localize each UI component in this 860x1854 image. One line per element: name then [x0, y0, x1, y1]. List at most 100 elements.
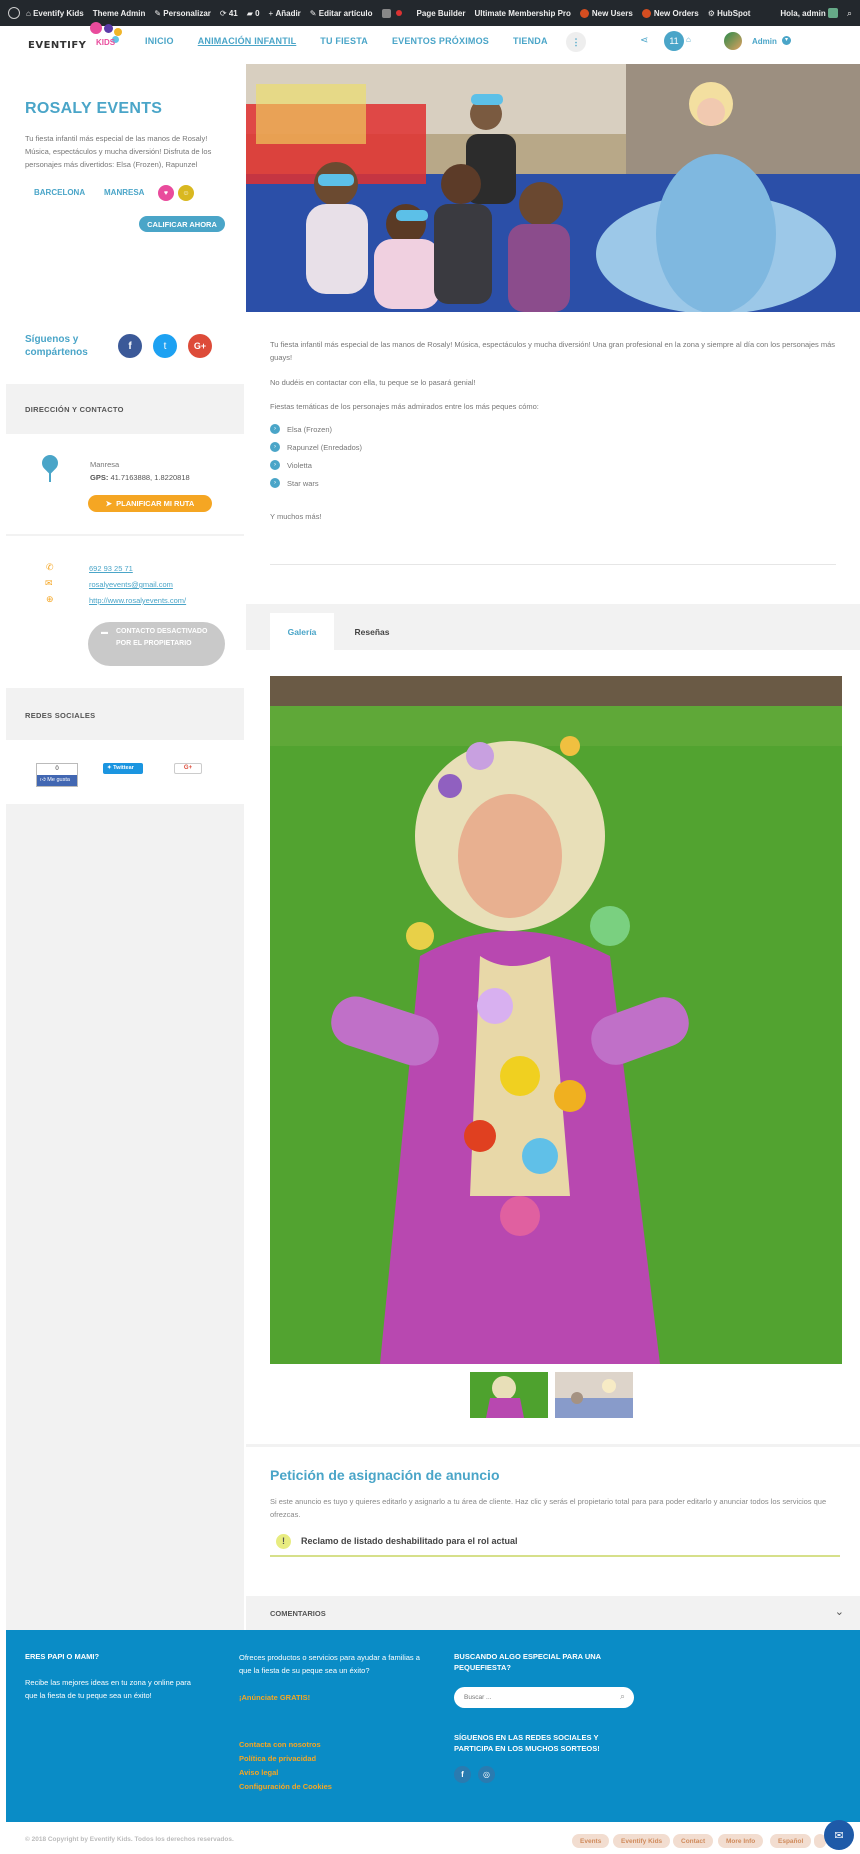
party-photo: [246, 64, 860, 312]
tab-reviews[interactable]: Reseñas: [338, 613, 406, 650]
footer-link-privacy[interactable]: Política de privacidad: [239, 1752, 316, 1766]
gallery-thumbnail[interactable]: [470, 1372, 548, 1418]
bullet-icon: ›: [270, 460, 280, 470]
site-logo[interactable]: EVENTIFY KIDS: [24, 22, 124, 54]
address-box: [6, 434, 244, 534]
admin-theme-admin[interactable]: Theme Admin: [93, 9, 146, 18]
admin-avatar: [827, 8, 838, 18]
category-icon[interactable]: ☺: [178, 185, 194, 201]
search-icon[interactable]: ⌕: [620, 1691, 625, 1702]
footer-link-cookies[interactable]: Configuración de Cookies: [239, 1780, 332, 1794]
admin-membership[interactable]: Ultimate Membership Pro: [474, 9, 570, 18]
more-menu-button[interactable]: ⋮: [566, 32, 586, 52]
bullet-icon: ›: [270, 442, 280, 452]
facebook-icon[interactable]: f: [118, 334, 142, 358]
claim-title: Petición de asignación de anuncio: [270, 1467, 500, 1483]
listing-description: Tu fiesta infantil más especial de las m…: [246, 312, 860, 602]
list-item: › Rapunzel (Enredados): [270, 442, 362, 452]
chat-button[interactable]: ✉: [824, 1820, 854, 1850]
nav-item-animacion[interactable]: ANIMACIÓN INFANTIL: [198, 36, 297, 46]
email-link[interactable]: rosalyevents@gmail.com: [89, 580, 173, 589]
claim-notice: ! Reclamo de listado deshabilitado para …: [270, 1527, 840, 1557]
listing-title: ROSALY EVENTS: [25, 100, 163, 117]
website-link[interactable]: http://www.rosalyevents.com/: [89, 596, 186, 605]
tweet-button[interactable]: ✦ Twittear: [103, 763, 143, 774]
globe-icon: ⊕: [46, 594, 54, 604]
phone-icon: ✆: [46, 562, 54, 572]
admin-add-new[interactable]: + Añadir: [269, 9, 301, 18]
main-nav: INICIO ANIMACIÓN INFANTIL TU FIESTA EVEN…: [145, 36, 572, 46]
category-icon[interactable]: ♥: [158, 185, 174, 201]
footer-link-contact[interactable]: Contacta con nosotros: [239, 1738, 321, 1752]
gallery-main-image[interactable]: [270, 676, 842, 1364]
contact-disabled-label: CONTACTO DESACTIVADO POR EL PROPIETARIO: [116, 628, 208, 647]
admin-new-users[interactable]: New Users: [579, 8, 633, 18]
twitter-icon[interactable]: t: [153, 334, 177, 358]
admin-edit-article[interactable]: ✎ Editar artículo: [310, 9, 373, 18]
desc-paragraph: Y muchos más!: [270, 512, 322, 521]
plan-route-button[interactable]: ➤ PLANIFICAR MI RUTA: [88, 495, 212, 512]
tabs-bar: Galería Reseñas: [246, 604, 860, 650]
admin-seo-icons[interactable]: [381, 8, 402, 18]
contact-disabled-button[interactable]: ▬ CONTACTO DESACTIVADO POR EL PROPIETARI…: [88, 622, 225, 666]
share-icon[interactable]: ⋖: [640, 35, 648, 46]
rate-now-button[interactable]: CALIFICAR AHORA: [139, 216, 225, 232]
fb-like-button[interactable]: 0 👍︎ Me gusta: [36, 763, 78, 787]
advertise-free-link[interactable]: ¡Anúnciate GRATIS!: [239, 1691, 310, 1705]
google-plus-icon[interactable]: G+: [188, 334, 212, 358]
map-pin-tail: [49, 470, 51, 482]
admin-hubspot[interactable]: ⚙ HubSpot: [708, 9, 751, 18]
footer-pill-eventify[interactable]: Eventify Kids: [613, 1834, 671, 1848]
listing-hero-image[interactable]: [246, 64, 860, 312]
brush-icon: ✎: [154, 8, 164, 18]
admin-page-builder[interactable]: Page Builder: [417, 9, 466, 18]
address-city: Manresa: [90, 460, 120, 469]
gallery-thumbnail[interactable]: [555, 1372, 633, 1418]
new-orders-icon: [641, 8, 651, 18]
tab-gallery[interactable]: Galería: [270, 613, 334, 650]
list-item: › Elsa (Frozen): [270, 424, 332, 434]
cart-count: 11: [669, 36, 679, 46]
footer-pill-more-info[interactable]: More Info: [718, 1834, 764, 1848]
home-icon[interactable]: ⌂: [686, 35, 691, 44]
wordpress-icon[interactable]: [8, 7, 20, 19]
gps-line: GPS: 41.7163888, 1.8220818: [90, 473, 190, 482]
tag-manresa[interactable]: MANRESA: [104, 188, 144, 197]
admin-new-orders[interactable]: New Orders: [641, 8, 699, 18]
admin-comments[interactable]: ▰ 0: [247, 9, 260, 18]
footer-instagram-icon[interactable]: ◎: [478, 1766, 495, 1783]
desc-paragraph: Fiestas temáticas de los personajes más …: [270, 402, 539, 411]
copyright: © 2018 Copyright by Eventify Kids. Todos…: [25, 1836, 234, 1843]
footer-facebook-icon[interactable]: f: [454, 1766, 471, 1783]
gps-value: 41.7163888, 1.8220818: [110, 473, 190, 482]
bullet-icon: ›: [270, 424, 280, 434]
tag-barcelona[interactable]: BARCELONA: [34, 188, 85, 197]
thumbnail-image: [470, 1372, 548, 1418]
footer-pill-contact[interactable]: Contact: [673, 1834, 714, 1848]
chevron-down-icon: ⌄: [834, 1606, 844, 1618]
comments-toggle[interactable]: COMENTARIOS ⌄: [246, 1596, 860, 1630]
footer-search-input[interactable]: [464, 1691, 604, 1704]
site-footer: ERES PAPI O MAMI? Recibe las mejores ide…: [6, 1630, 860, 1822]
admin-updates[interactable]: ⟳ 41: [220, 9, 238, 18]
search-icon[interactable]: ⌕: [847, 8, 852, 19]
cart-button[interactable]: 11: [664, 31, 684, 51]
plan-route-label: PLANIFICAR MI RUTA: [116, 499, 195, 508]
gplus-share-button[interactable]: G+: [174, 763, 202, 774]
user-avatar[interactable]: [724, 32, 742, 50]
phone-link[interactable]: 692 93 25 71: [89, 564, 133, 573]
footer-pill-events[interactable]: Events: [572, 1834, 610, 1848]
nav-item-inicio[interactable]: INICIO: [145, 36, 174, 46]
admin-greeting[interactable]: Hola, admin: [780, 8, 838, 18]
admin-site-name[interactable]: ⌂ Eventify Kids: [26, 9, 84, 18]
follow-label: Síguenos y compártenos: [25, 334, 88, 358]
nav-item-tienda[interactable]: TIENDA: [513, 36, 548, 46]
nav-item-eventos[interactable]: EVENTOS PRÓXIMOS: [392, 36, 489, 46]
user-label[interactable]: Admin: [752, 37, 777, 46]
fb-like-label: 👍︎ Me gusta: [37, 775, 77, 786]
admin-personalizar[interactable]: ✎ Personalizar: [154, 9, 211, 18]
footer-link-legal[interactable]: Aviso legal: [239, 1766, 278, 1780]
user-dropdown-icon[interactable]: ▾: [782, 36, 791, 45]
nav-item-tu-fiesta[interactable]: TU FIESTA: [320, 36, 368, 46]
footer-pill-language[interactable]: Español: [770, 1834, 812, 1848]
